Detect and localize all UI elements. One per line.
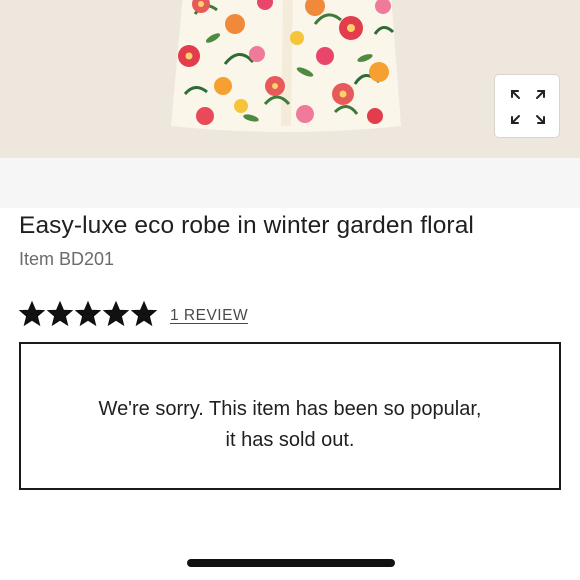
sold-out-message: We're sorry. This item has been so popul… <box>21 394 559 456</box>
star-icon <box>103 301 129 327</box>
product-photo[interactable] <box>165 0 409 136</box>
star-icon <box>19 301 45 327</box>
star-icon <box>47 301 73 327</box>
star-icon <box>75 301 101 327</box>
product-title: Easy-luxe eco robe in winter garden flor… <box>19 212 474 239</box>
product-image-area[interactable] <box>0 0 580 158</box>
home-indicator[interactable] <box>187 559 395 567</box>
sold-out-line-2: it has sold out. <box>225 429 355 451</box>
expand-image-button[interactable] <box>494 74 560 138</box>
star-rating <box>19 301 159 327</box>
star-icon <box>131 301 157 327</box>
sold-out-notice: We're sorry. This item has been so popul… <box>19 342 561 490</box>
image-thumbnail-strip <box>0 158 580 208</box>
reviews-link[interactable]: 1 REVIEW <box>170 307 248 325</box>
sold-out-line-1: We're sorry. This item has been so popul… <box>98 398 482 420</box>
item-number: Item BD201 <box>19 249 115 269</box>
expand-arrows-icon <box>511 90 545 124</box>
